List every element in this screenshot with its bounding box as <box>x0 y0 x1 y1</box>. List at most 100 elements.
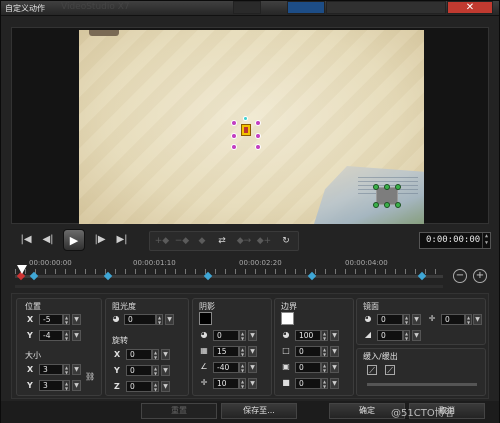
home-icon[interactable]: |◀ <box>19 233 33 247</box>
mirror-offset-input[interactable]: 0 <box>441 314 465 325</box>
rotation-y-spinner[interactable]: ▲ ▼ <box>152 365 159 376</box>
rotation-x-dropdown[interactable]: ▼ <box>161 349 170 360</box>
position-y-spinner[interactable]: ▲ ▼ <box>63 330 70 341</box>
resize-handle[interactable] <box>231 144 237 150</box>
mirror-opacity-dropdown[interactable]: ▼ <box>412 314 421 325</box>
add-keyframe-icon[interactable]: +◆ <box>154 235 170 248</box>
size-x-input[interactable]: 3 <box>39 364 63 375</box>
end-icon[interactable]: ▶| <box>115 233 129 247</box>
border-width-spinner[interactable]: ▲ ▼ <box>321 346 328 357</box>
next-frame-icon[interactable]: |▶ <box>93 233 107 247</box>
shadow-blur-spinner[interactable]: ▲ ▼ <box>239 346 246 357</box>
overlay-object[interactable] <box>241 124 251 136</box>
rotation-z-input[interactable]: 0 <box>126 381 152 392</box>
opacity-input[interactable]: 0 <box>124 314 156 325</box>
prev-frame-icon[interactable]: ◀| <box>41 233 55 247</box>
timecode-field[interactable]: 0:00:00:00 ▲ ▼ <box>419 232 491 249</box>
rotate-keyframe-icon[interactable]: ↻ <box>278 235 294 248</box>
rotation-x-spinner[interactable]: ▲ ▼ <box>152 349 159 360</box>
move-keyframe-icon[interactable]: ◆→ <box>236 235 252 248</box>
mirror-gradient-input[interactable]: 0 <box>377 330 403 341</box>
close-button[interactable]: ✕ <box>447 1 493 14</box>
shadow-opacity-dropdown[interactable]: ▼ <box>248 330 257 341</box>
shadow-opacity-spinner[interactable]: ▲ ▼ <box>239 330 246 341</box>
border-blur-input[interactable]: 0 <box>295 362 321 373</box>
shadow-blur-dropdown[interactable]: ▼ <box>248 346 257 357</box>
shadow-angle-input[interactable]: -40 <box>213 362 239 373</box>
resize-handle[interactable] <box>231 133 237 139</box>
preview-canvas[interactable] <box>79 30 424 224</box>
minimize-button[interactable] <box>233 1 261 14</box>
timeline-ruler[interactable]: 00:00:00:00 00:00:01:10 00:00:02:20 00:0… <box>15 259 443 289</box>
shadow-opacity-input[interactable]: 0 <box>213 330 239 341</box>
shadow-angle-dropdown[interactable]: ▼ <box>248 362 257 373</box>
resize-handle[interactable] <box>255 120 261 126</box>
border-opacity-input[interactable]: 100 <box>295 330 321 341</box>
rotation-z-dropdown[interactable]: ▼ <box>161 381 170 392</box>
position-y-input[interactable]: -4 <box>39 330 63 341</box>
ease-out-icon[interactable]: ⟋ <box>385 365 395 375</box>
border-width-input[interactable]: 0 <box>295 346 321 357</box>
border-blur-spinner[interactable]: ▲ ▼ <box>321 362 328 373</box>
timecode-spinner[interactable]: ▲ ▼ <box>482 233 490 248</box>
next-keyframe-icon[interactable]: ◆+ <box>256 235 272 248</box>
size-y-spinner[interactable]: ▲ ▼ <box>63 380 70 391</box>
rotation-z-spinner[interactable]: ▲ ▼ <box>152 381 159 392</box>
resize-handle[interactable] <box>231 120 237 126</box>
timeline-scrollbar[interactable] <box>15 285 443 288</box>
shadow-distance-input[interactable]: 10 <box>213 378 239 389</box>
border-width-dropdown[interactable]: ▼ <box>330 346 339 357</box>
size-x-spinner[interactable]: ▲ ▼ <box>63 364 70 375</box>
opacity-dropdown[interactable]: ▼ <box>165 314 174 325</box>
border-opacity-spinner[interactable]: ▲ ▼ <box>321 330 328 341</box>
reverse-keyframes-icon[interactable]: ⇄ <box>214 235 230 248</box>
resize-handle[interactable] <box>255 144 261 150</box>
keyframe-track[interactable] <box>15 275 443 278</box>
rotate-handle[interactable] <box>243 116 248 121</box>
resize-handle[interactable] <box>255 133 261 139</box>
border-color-swatch[interactable] <box>281 312 294 325</box>
mirror-gradient-dropdown[interactable]: ▼ <box>412 330 421 341</box>
border-corner-spinner[interactable]: ▲ ▼ <box>321 378 328 389</box>
ease-in-icon[interactable]: ⟋ <box>367 365 377 375</box>
position-x-spinner[interactable]: ▲ ▼ <box>63 314 70 325</box>
corner-handle[interactable] <box>373 202 379 208</box>
border-corner-input[interactable]: 0 <box>295 378 321 389</box>
maximize-button[interactable] <box>287 1 325 14</box>
border-corner-dropdown[interactable]: ▼ <box>330 378 339 389</box>
link-icon[interactable]: ⛓ <box>85 372 95 382</box>
corner-handle[interactable] <box>384 184 390 190</box>
fade-slider[interactable] <box>367 383 477 386</box>
position-x-dropdown[interactable]: ▼ <box>72 314 81 325</box>
zoom-out-icon[interactable]: − <box>453 269 467 283</box>
play-button[interactable]: ▶ <box>63 229 85 251</box>
shadow-distance-dropdown[interactable]: ▼ <box>248 378 257 389</box>
zoom-in-icon[interactable]: + <box>473 269 487 283</box>
corner-handle[interactable] <box>384 202 390 208</box>
rotation-y-input[interactable]: 0 <box>126 365 152 376</box>
save-as-button[interactable]: 保存至... <box>221 403 297 419</box>
remove-keyframe-icon[interactable]: −◆ <box>174 235 190 248</box>
reset-button[interactable]: 重置 <box>141 403 217 419</box>
size-y-input[interactable]: 3 <box>39 380 63 391</box>
shadow-blur-input[interactable]: 15 <box>213 346 239 357</box>
mirror-opacity-spinner[interactable]: ▲ ▼ <box>403 314 410 325</box>
rotation-y-dropdown[interactable]: ▼ <box>161 365 170 376</box>
size-y-dropdown[interactable]: ▼ <box>72 380 81 391</box>
shadow-distance-spinner[interactable]: ▲ ▼ <box>239 378 246 389</box>
opacity-spinner[interactable]: ▲ ▼ <box>156 314 163 325</box>
mirror-opacity-input[interactable]: 0 <box>377 314 403 325</box>
mirror-offset-spinner[interactable]: ▲ ▼ <box>465 314 472 325</box>
mirror-gradient-spinner[interactable]: ▲ ▼ <box>403 330 410 341</box>
border-opacity-dropdown[interactable]: ▼ <box>330 330 339 341</box>
corner-handle[interactable] <box>395 184 401 190</box>
position-x-input[interactable]: -5 <box>39 314 63 325</box>
position-y-dropdown[interactable]: ▼ <box>72 330 81 341</box>
rotation-x-input[interactable]: 0 <box>126 349 152 360</box>
size-x-dropdown[interactable]: ▼ <box>72 364 81 375</box>
corner-handle[interactable] <box>373 184 379 190</box>
keyframe-icon[interactable]: ◆ <box>194 235 210 248</box>
border-blur-dropdown[interactable]: ▼ <box>330 362 339 373</box>
shadow-color-swatch[interactable] <box>199 312 212 325</box>
shadow-angle-spinner[interactable]: ▲ ▼ <box>239 362 246 373</box>
